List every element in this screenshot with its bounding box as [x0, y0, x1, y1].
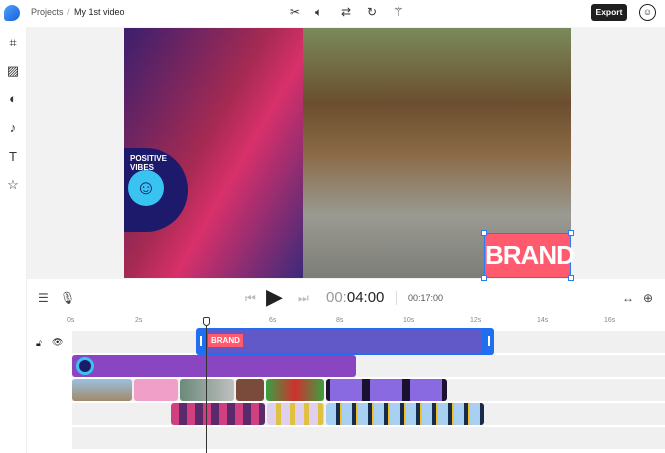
export-button[interactable]: Export	[591, 4, 627, 21]
scissors-icon[interactable]: ✂	[290, 5, 300, 19]
smiley-icon: ☺	[128, 170, 164, 206]
lock-icon[interactable]: 🔓︎	[36, 338, 42, 349]
skip-forward-icon[interactable]: ⏭	[298, 291, 309, 306]
playhead-handle[interactable]	[203, 317, 210, 326]
volume-icon[interactable]: 🔈︎	[315, 5, 322, 20]
play-button[interactable]: ▶	[266, 284, 283, 310]
star-icon[interactable]: ☆	[4, 177, 22, 193]
layout-icon[interactable]: ⌗	[4, 35, 22, 51]
video-clip[interactable]	[236, 379, 264, 401]
current-time: 00:04:00	[326, 289, 384, 306]
media-icon[interactable]: ▨	[4, 63, 22, 79]
video-clip[interactable]	[326, 403, 484, 425]
ruler-tick: 2s	[135, 317, 143, 324]
eye-icon[interactable]: 👁︎	[52, 337, 63, 348]
timeline-track-empty	[72, 427, 665, 449]
ruler-tick: 6s	[269, 317, 277, 324]
resize-handle[interactable]	[481, 230, 487, 236]
sticker-thumbnail	[76, 357, 94, 375]
stickers-icon[interactable]: ◐	[4, 91, 22, 106]
playhead[interactable]	[206, 318, 207, 453]
ruler-tick: 8s	[336, 317, 344, 324]
zoom-in-icon[interactable]: ⊕	[643, 291, 653, 305]
ruler-tick: 0s	[67, 317, 75, 324]
rotate-icon[interactable]: ↻	[367, 5, 377, 19]
account-icon[interactable]: ☺	[639, 4, 656, 21]
resize-handle[interactable]	[481, 275, 487, 281]
text-icon[interactable]: T	[4, 149, 22, 164]
ruler-tick: 10s	[403, 317, 415, 324]
total-duration: 00:17:00	[408, 293, 444, 303]
time-prefix: 00:	[326, 289, 347, 306]
video-clip[interactable]	[180, 379, 234, 401]
ruler-tick: 16s	[604, 317, 616, 324]
video-clip[interactable]	[267, 403, 324, 425]
selected-text-clip[interactable]: BRAND	[196, 328, 494, 355]
music-icon[interactable]: ♪	[4, 120, 22, 135]
text-clip-label: BRAND	[208, 334, 243, 347]
app-logo[interactable]	[4, 5, 20, 21]
breadcrumb-projects[interactable]: Projects	[31, 7, 64, 17]
text-clip-body: BRAND	[206, 330, 482, 353]
divider	[396, 291, 397, 305]
swap-icon[interactable]: ⇄	[341, 5, 351, 19]
video-clip[interactable]	[266, 379, 324, 401]
ruler-tick: 14s	[537, 317, 549, 324]
brand-text-overlay[interactable]: BRAND	[484, 233, 575, 278]
magic-wand-icon[interactable]: ⚚	[393, 5, 404, 19]
video-clip[interactable]	[326, 379, 447, 401]
resize-handle[interactable]	[568, 275, 574, 281]
microphone-icon[interactable]: 🎙︎	[60, 291, 75, 305]
trim-handle-right[interactable]	[488, 336, 490, 346]
project-title[interactable]: My 1st video	[74, 7, 125, 17]
trim-handle-left[interactable]	[200, 336, 202, 346]
resize-handle[interactable]	[568, 230, 574, 236]
video-clip[interactable]	[171, 403, 265, 425]
skip-back-icon[interactable]: ⏮	[245, 291, 256, 306]
sticker-clip[interactable]	[72, 355, 356, 377]
video-clip[interactable]	[72, 379, 132, 401]
time-value: 04:00	[346, 289, 385, 306]
fit-width-icon[interactable]: ↔	[622, 291, 634, 305]
ruler-tick: 12s	[470, 317, 482, 324]
breadcrumb-separator: /	[67, 7, 70, 17]
split-tracks-icon[interactable]: ☰	[38, 291, 49, 305]
video-clip[interactable]	[134, 379, 178, 401]
